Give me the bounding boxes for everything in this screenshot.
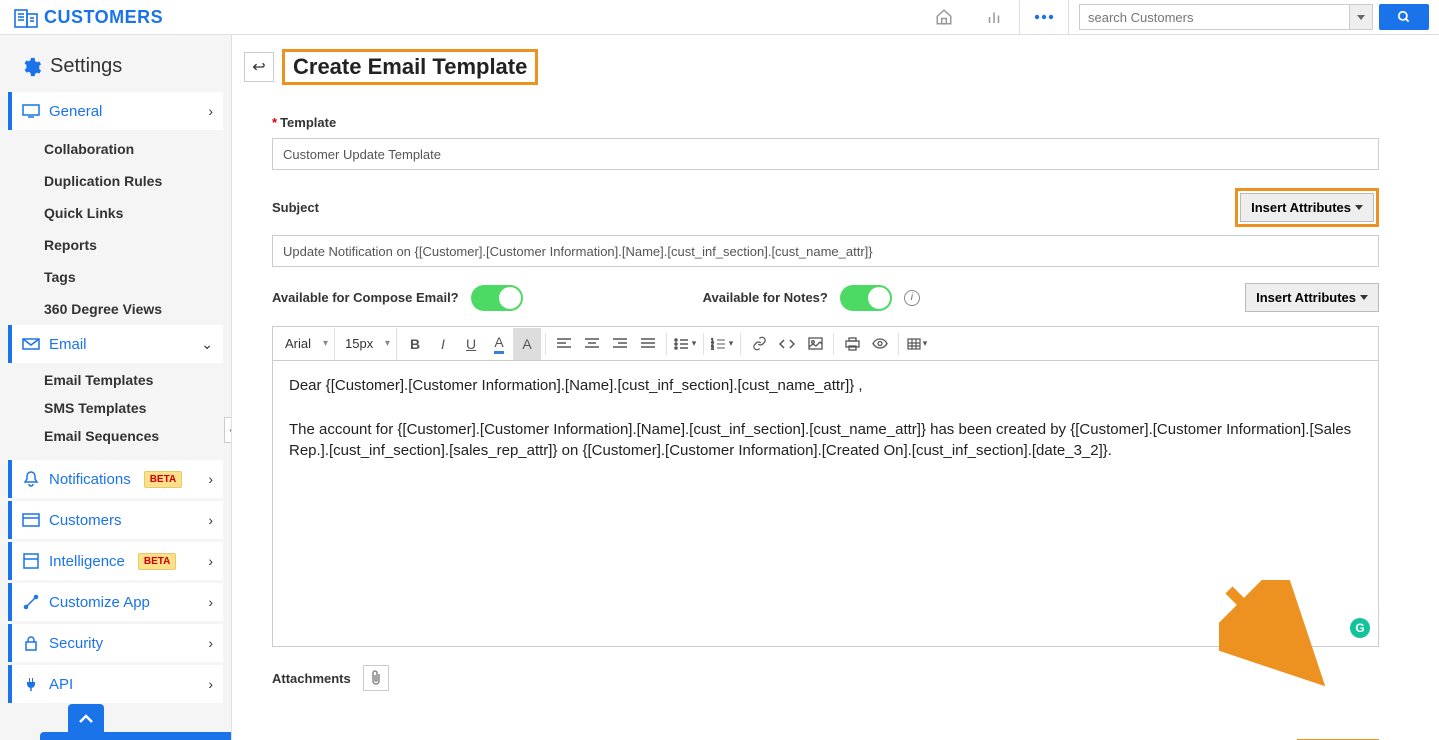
sidebar-sub-email-templates[interactable]: Email Templates (0, 366, 231, 394)
customers-icon (22, 511, 40, 529)
settings-title: Settings (0, 45, 231, 92)
avail-compose-label: Available for Compose Email? (272, 290, 459, 305)
font-family-select[interactable]: Arial (279, 328, 330, 360)
bold-button[interactable]: B (401, 328, 429, 360)
chevron-down-icon: ⌄ (201, 336, 213, 353)
font-size-select[interactable]: 15px (339, 328, 392, 360)
chevron-right-icon: › (208, 553, 213, 569)
monitor-icon (22, 102, 40, 120)
sidebar-sub-tags[interactable]: Tags (0, 261, 231, 293)
number-list-button[interactable]: 123▾ (708, 328, 736, 360)
page-title: Create Email Template (282, 49, 538, 85)
brand-label: CUSTOMERS (44, 7, 163, 28)
preview-button[interactable] (866, 328, 894, 360)
sidebar-item-api[interactable]: API › (8, 665, 223, 703)
italic-button[interactable]: I (429, 328, 457, 360)
bell-icon (22, 470, 40, 488)
gear-icon (20, 56, 42, 78)
brand-icon (14, 6, 38, 28)
avail-notes-label: Available for Notes? (703, 290, 828, 305)
insert-attributes-button-body[interactable]: Insert Attributes (1245, 283, 1379, 312)
grammarly-icon[interactable]: G (1350, 618, 1370, 638)
insert-attributes-button-subject[interactable]: Insert Attributes (1240, 193, 1374, 222)
mail-icon (22, 335, 40, 353)
main-content: ↩ Create Email Template *Template Subjec… (232, 35, 1439, 740)
subject-input[interactable] (272, 235, 1379, 267)
search-input[interactable] (1079, 4, 1349, 30)
chevron-right-icon: › (208, 676, 213, 692)
beta-badge: BETA (144, 471, 182, 488)
avail-compose-toggle[interactable] (471, 285, 523, 311)
search-button[interactable] (1379, 4, 1429, 30)
sidebar-item-email[interactable]: Email ⌄ (8, 325, 223, 363)
sidebar-sub-quicklinks[interactable]: Quick Links (0, 197, 231, 229)
more-icon[interactable] (1019, 0, 1069, 34)
home-icon[interactable] (919, 0, 969, 34)
plug-icon (22, 675, 40, 693)
sidebar-sub-collaboration[interactable]: Collaboration (0, 133, 231, 165)
sidebar-item-intelligence[interactable]: Intelligence BETA › (8, 542, 223, 580)
sidebar-item-general[interactable]: General › (8, 92, 223, 130)
back-button[interactable]: ↩ (244, 52, 274, 82)
topbar-actions (919, 0, 1429, 34)
link-button[interactable] (745, 328, 773, 360)
brand[interactable]: CUSTOMERS (14, 6, 163, 28)
chevron-right-icon: › (208, 471, 213, 487)
chart-icon[interactable] (969, 0, 1019, 34)
chevron-right-icon: › (208, 635, 213, 651)
align-right-button[interactable] (606, 328, 634, 360)
sidebar-item-notifications[interactable]: Notifications BETA › (8, 460, 223, 498)
sidebar-collapse-handle[interactable]: ‹ (224, 417, 232, 443)
bottom-bar (40, 732, 232, 740)
text-color-button[interactable]: A (485, 328, 513, 360)
avail-notes-toggle[interactable] (840, 285, 892, 311)
align-left-button[interactable] (550, 328, 578, 360)
sidebar-item-customers[interactable]: Customers › (8, 501, 223, 539)
sidebar: Settings General › Collaboration Duplica… (0, 35, 232, 740)
attach-button[interactable] (363, 665, 389, 691)
sidebar-item-customize[interactable]: Customize App › (8, 583, 223, 621)
rich-text-editor: Arial 15px B I U A A ▾ 123▾ (272, 326, 1379, 647)
sidebar-sub-360[interactable]: 360 Degree Views (0, 293, 231, 325)
info-icon[interactable]: i (904, 290, 920, 306)
sidebar-item-security[interactable]: Security › (8, 624, 223, 662)
search-wrap (1079, 4, 1429, 30)
attachments-label: Attachments (272, 671, 351, 686)
chevron-right-icon: › (208, 103, 213, 119)
search-dropdown[interactable] (1349, 4, 1373, 30)
sidebar-sub-email-sequences[interactable]: Email Sequences (0, 422, 231, 450)
bg-color-button[interactable]: A (513, 328, 541, 360)
template-label: *Template (272, 115, 1379, 130)
print-button[interactable] (838, 328, 866, 360)
sidebar-sub-sms-templates[interactable]: SMS Templates (0, 394, 231, 422)
underline-button[interactable]: U (457, 328, 485, 360)
image-button[interactable] (801, 328, 829, 360)
align-center-button[interactable] (578, 328, 606, 360)
code-button[interactable] (773, 328, 801, 360)
table-button[interactable]: ▾ (903, 328, 931, 360)
subject-label: Subject (272, 200, 319, 215)
sidebar-sub-duplication[interactable]: Duplication Rules (0, 165, 231, 197)
beta-badge: BETA (138, 553, 176, 570)
bullet-list-button[interactable]: ▾ (671, 328, 699, 360)
editor-body[interactable]: Dear {[Customer].[Customer Information].… (273, 361, 1378, 646)
chevron-right-icon: › (208, 512, 213, 528)
tools-icon (22, 593, 40, 611)
align-justify-button[interactable] (634, 328, 662, 360)
chevron-right-icon: › (208, 594, 213, 610)
intelligence-icon (22, 552, 40, 570)
svg-text:3: 3 (711, 346, 714, 350)
lock-icon (22, 634, 40, 652)
scroll-top-button[interactable] (68, 704, 104, 732)
sidebar-sub-reports[interactable]: Reports (0, 229, 231, 261)
template-input[interactable] (272, 138, 1379, 170)
editor-toolbar: Arial 15px B I U A A ▾ 123▾ (273, 327, 1378, 361)
top-bar: CUSTOMERS (0, 0, 1439, 35)
